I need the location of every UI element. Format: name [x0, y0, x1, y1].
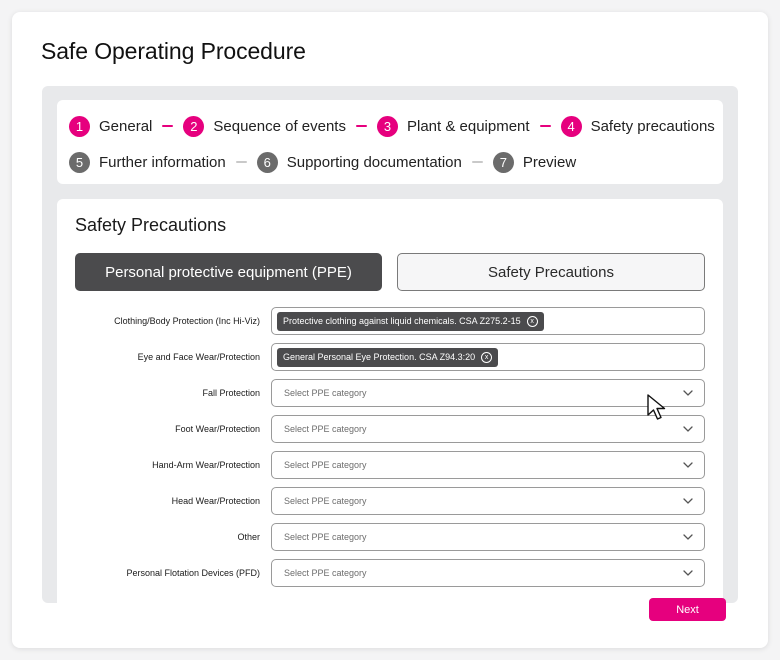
step-connector: [539, 125, 551, 127]
select-placeholder: Select PPE category: [284, 388, 367, 398]
section-title: Safety Precautions: [75, 215, 227, 235]
ppe-field-row: Hand-Arm Wear/Protection Select PPE categ…: [57, 451, 723, 479]
field-label: Fall Protection: [202, 388, 260, 398]
step-number-badge: 2: [183, 115, 205, 137]
step-label: Safety precautions: [590, 117, 715, 135]
ppe-field-row: Head Wear/Protection Select PPE category: [57, 487, 723, 515]
ppe-field-row: Fall Protection Select PPE category: [57, 379, 723, 407]
ppe-select[interactable]: General Personal Eye Protection. CSA Z94…: [271, 343, 705, 371]
ppe-field-row: Personal Flotation Devices (PFD) Select P…: [57, 559, 723, 587]
step-label: Sequence of events: [213, 117, 346, 135]
field-label: Personal Flotation Devices (PFD): [126, 568, 260, 578]
step-number-badge: 3: [376, 115, 398, 137]
step-7[interactable]: 7 Preview: [492, 151, 577, 173]
selected-chip: General Personal Eye Protection. CSA Z94…: [277, 347, 499, 367]
step-1[interactable]: 1 General: [69, 115, 153, 137]
ppe-field-row: Eye and Face Wear/Protection General Pers…: [57, 343, 723, 371]
step-3[interactable]: 3 Plant & equipment: [376, 115, 530, 137]
remove-chip-icon[interactable]: x: [526, 315, 538, 327]
chevron-down-icon[interactable]: [682, 496, 694, 506]
step-number-badge: 7: [492, 151, 514, 173]
stepper: 1 General 2 Sequence of events 3 Plant & equi…: [57, 100, 723, 184]
chevron-down-icon[interactable]: [682, 388, 694, 398]
step-6[interactable]: 6 Supporting documentation: [256, 151, 462, 173]
field-label: Other: [237, 532, 260, 542]
step-5[interactable]: 5 Further information: [69, 151, 226, 173]
remove-chip-icon[interactable]: x: [481, 351, 493, 363]
select-placeholder: Select PPE category: [284, 496, 367, 506]
ppe-select[interactable]: Select PPE category: [271, 451, 705, 479]
step-label: Supporting documentation: [286, 153, 462, 171]
chip-label: Protective clothing against liquid chemi…: [283, 316, 521, 326]
tab-safety-precautions[interactable]: Safety Precautions: [397, 253, 705, 291]
ppe-field-row: Foot Wear/Protection Select PPE category: [57, 415, 723, 443]
ppe-field-row: Other Select PPE category: [57, 523, 723, 551]
chevron-down-icon[interactable]: [682, 532, 694, 542]
step-label: Plant & equipment: [406, 117, 530, 135]
step-number-badge: 1: [69, 115, 90, 137]
field-label: Head Wear/Protection: [171, 496, 260, 506]
tab-ppe[interactable]: Personal protective equipment (PPE): [75, 253, 382, 291]
next-button[interactable]: Next: [649, 598, 726, 621]
stepper-row: 5 Further information 6 Supporting document…: [69, 151, 576, 173]
stepper-row: 1 General 2 Sequence of events 3 Plant & equi…: [69, 115, 715, 137]
select-placeholder: Select PPE category: [284, 460, 367, 470]
chevron-down-icon[interactable]: [682, 568, 694, 578]
ppe-select[interactable]: Protective clothing against liquid chemi…: [271, 307, 705, 335]
safety-precautions-card: Safety Precautions Personal protective e…: [57, 199, 723, 603]
step-connector: [162, 125, 174, 127]
step-connector: [471, 161, 483, 163]
step-4[interactable]: 4 Safety precautions: [560, 115, 715, 137]
ppe-select[interactable]: Select PPE category: [271, 379, 705, 407]
sop-card: Safe Operating Procedure 1 General 2 Sequen…: [12, 12, 768, 648]
step-label: General: [99, 117, 153, 135]
ppe-select[interactable]: Select PPE category: [271, 559, 705, 587]
ppe-select[interactable]: Select PPE category: [271, 487, 705, 515]
field-label: Hand-Arm Wear/Protection: [152, 460, 260, 470]
selected-chip: Protective clothing against liquid chemi…: [277, 311, 544, 331]
ppe-select[interactable]: Select PPE category: [271, 523, 705, 551]
select-placeholder: Select PPE category: [284, 532, 367, 542]
select-placeholder: Select PPE category: [284, 568, 367, 578]
select-placeholder: Select PPE category: [284, 424, 367, 434]
step-number-badge: 5: [69, 151, 90, 173]
step-2[interactable]: 2 Sequence of events: [183, 115, 346, 137]
step-connector: [235, 161, 247, 163]
field-label: Eye and Face Wear/Protection: [137, 352, 260, 362]
page-title: Safe Operating Procedure: [41, 38, 306, 64]
step-number-badge: 6: [256, 151, 278, 173]
form-panel: 1 General 2 Sequence of events 3 Plant & equi…: [42, 86, 738, 603]
step-connector: [355, 125, 367, 127]
step-label: Further information: [99, 153, 226, 171]
chip-label: General Personal Eye Protection. CSA Z94…: [283, 352, 476, 362]
chevron-down-icon[interactable]: [682, 460, 694, 470]
chevron-down-icon[interactable]: [682, 424, 694, 434]
field-label: Clothing/Body Protection (Inc Hi-Viz): [114, 316, 260, 326]
step-label: Preview: [522, 153, 577, 171]
step-number-badge: 4: [560, 115, 582, 137]
field-label: Foot Wear/Protection: [175, 424, 260, 434]
ppe-field-row: Clothing/Body Protection (Inc Hi-Viz) Pro…: [57, 307, 723, 335]
ppe-select[interactable]: Select PPE category: [271, 415, 705, 443]
